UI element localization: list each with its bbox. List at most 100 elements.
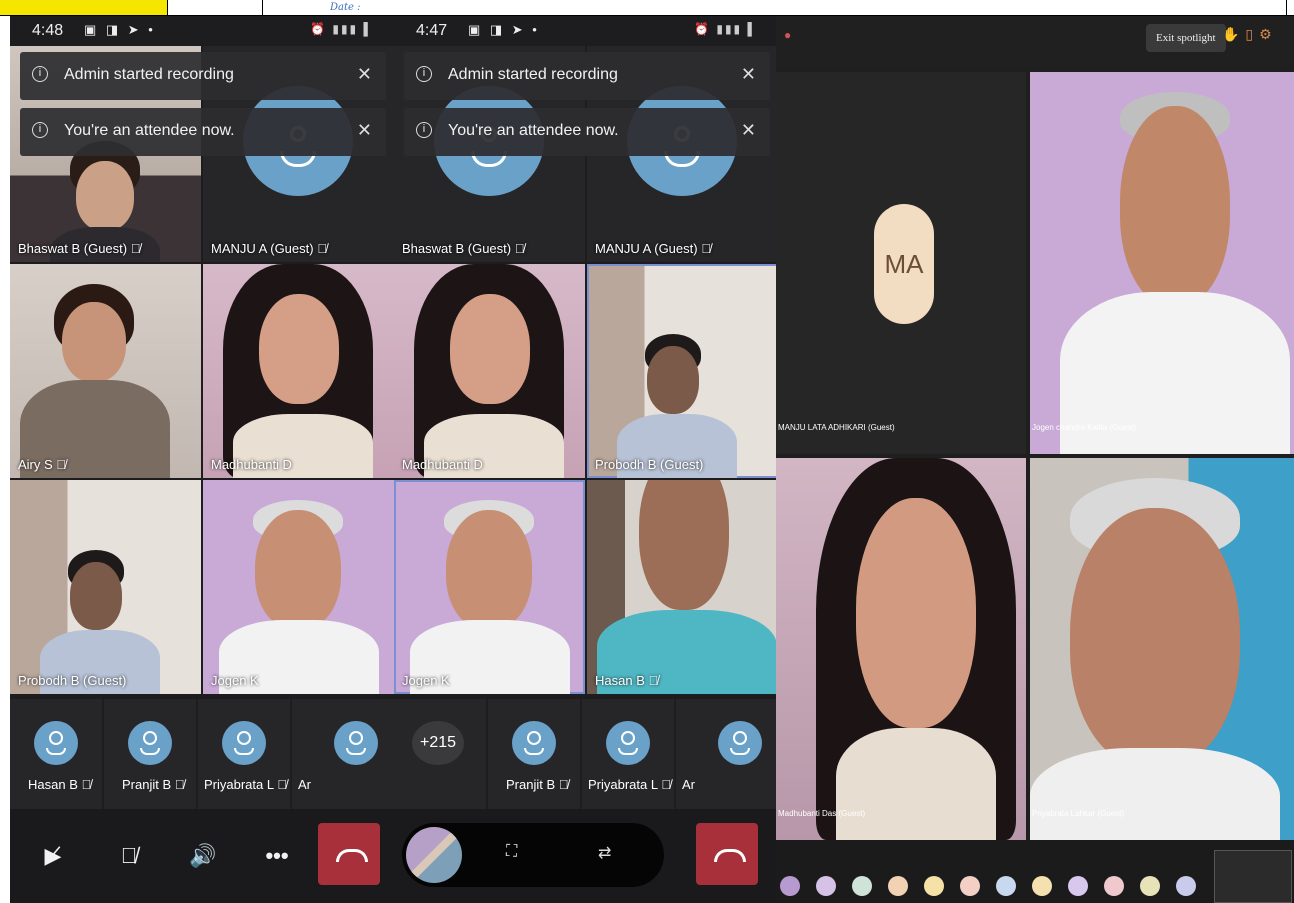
mic-muted-icon: 🎙̸ bbox=[701, 241, 711, 256]
participant-avatar[interactable] bbox=[888, 876, 908, 896]
status-time: 4:47 bbox=[416, 22, 448, 39]
spotlight-tile[interactable]: Jogen chandra Kalita (Guest) bbox=[1030, 72, 1294, 454]
meeting-toolbar: ● Exit spotlight ✋▯⚙ bbox=[776, 16, 1294, 66]
participant-item[interactable]: Ar bbox=[292, 699, 394, 809]
info-icon: i bbox=[416, 122, 432, 138]
participant-item[interactable]: Pranjit B 🎙̸ bbox=[488, 699, 580, 809]
spotlight-tile[interactable]: MA MANJU LATA ADHIKARI (Guest) bbox=[776, 72, 1026, 454]
video-tile[interactable]: Hasan B 🎙̸ bbox=[587, 480, 778, 694]
self-view-thumbnail[interactable] bbox=[406, 827, 462, 883]
mic-muted-icon: 🎙̸ bbox=[174, 777, 185, 792]
cell-divider bbox=[262, 0, 263, 16]
video-tile[interactable]: Jogen K bbox=[203, 480, 394, 694]
mic-muted-icon: 🎙̸ bbox=[558, 777, 569, 792]
participant-avatar[interactable] bbox=[1032, 876, 1052, 896]
participant-avatar[interactable] bbox=[924, 876, 944, 896]
user-avatar-icon bbox=[512, 721, 556, 765]
participant-avatar-bar bbox=[776, 840, 1294, 903]
status-bar: 4:47 ▣ ◨ ➤ • ⏰ ▮▮▮ ▌ bbox=[394, 16, 778, 46]
participant-item[interactable]: Priyabrata L 🎙̸ bbox=[198, 699, 290, 809]
self-view-thumbnail[interactable] bbox=[1214, 850, 1292, 903]
overflow-participants[interactable]: +215 bbox=[394, 699, 486, 809]
participant-item[interactable]: Priyabrata L 🎙̸ bbox=[582, 699, 674, 809]
participant-name: Jogen chandra Kalita (Guest) bbox=[1032, 423, 1137, 432]
participant-item[interactable]: Hasan B 🎙̸ bbox=[10, 699, 102, 809]
self-view-pill: ⛶ ⇄ bbox=[402, 823, 664, 887]
info-icon: i bbox=[416, 66, 432, 82]
call-controls: ▶̸ 🎙̸ 🔊 ••• bbox=[10, 809, 394, 903]
close-icon[interactable]: ✕ bbox=[357, 64, 372, 85]
participant-name: Jogen K bbox=[402, 673, 450, 688]
participant-avatar[interactable] bbox=[1104, 876, 1124, 896]
participant-name: Madhubanti D bbox=[211, 457, 292, 472]
video-tile[interactable]: Madhubanti D bbox=[203, 264, 394, 478]
overflow-count: +215 bbox=[412, 721, 464, 765]
recording-indicator-icon: ● bbox=[784, 28, 792, 42]
close-icon[interactable]: ✕ bbox=[741, 120, 756, 141]
participant-name: Bhaswat B (Guest) 🎙̸ bbox=[18, 241, 141, 256]
exit-spotlight-button[interactable]: Exit spotlight bbox=[1146, 24, 1226, 52]
video-tile[interactable]: Probodh B (Guest) bbox=[587, 264, 778, 478]
close-icon[interactable]: ✕ bbox=[357, 120, 372, 141]
mic-muted-icon[interactable]: 🎙̸ bbox=[106, 833, 152, 879]
signal-battery-icons: ⏰ ▮▮▮ ▌ bbox=[310, 22, 374, 36]
participant-avatar[interactable] bbox=[1068, 876, 1088, 896]
participant-item[interactable]: Ar bbox=[676, 699, 778, 809]
participant-avatar[interactable] bbox=[1140, 876, 1160, 896]
user-avatar-icon bbox=[606, 721, 650, 765]
participant-name: Priyabrata L 🎙̸ bbox=[588, 777, 671, 792]
user-avatar-icon bbox=[334, 721, 378, 765]
banner-text: Admin started recording bbox=[448, 66, 618, 83]
participant-avatar[interactable] bbox=[852, 876, 872, 896]
video-tile[interactable]: Jogen K bbox=[394, 480, 585, 694]
participant-name: Madhubanti D bbox=[402, 457, 483, 472]
close-icon[interactable]: ✕ bbox=[741, 64, 756, 85]
screen-share-icon[interactable]: ⛶ bbox=[506, 843, 517, 861]
participant-name: Probodh B (Guest) bbox=[18, 673, 127, 688]
participant-strip: +215 Pranjit B 🎙̸ Priyabrata L 🎙̸ Ar bbox=[394, 699, 778, 809]
notification-banner: i Admin started recording ✕ bbox=[20, 52, 386, 100]
participant-name: Hasan B 🎙̸ bbox=[28, 777, 92, 792]
spotlight-tile[interactable]: Priyabrata Lahkar (Guest) bbox=[1030, 458, 1294, 840]
video-tile[interactable]: Airy S 🎙̸ bbox=[10, 264, 201, 478]
video-tile[interactable]: Madhubanti D bbox=[394, 264, 585, 478]
participant-avatar[interactable] bbox=[1176, 876, 1196, 896]
mic-muted-icon: 🎙̸ bbox=[81, 777, 92, 792]
participant-avatar[interactable] bbox=[816, 876, 836, 896]
participant-name: MANJU A (Guest) 🎙̸ bbox=[595, 241, 711, 256]
participant-name: Probodh B (Guest) bbox=[595, 457, 704, 472]
signal-battery-icons: ⏰ ▮▮▮ ▌ bbox=[694, 22, 758, 36]
call-controls: ⛶ ⇄ bbox=[394, 809, 778, 903]
banner-text: You're an attendee now. bbox=[448, 122, 619, 139]
toolbar-icons: ✋▯⚙ bbox=[1222, 26, 1278, 42]
end-call-icon[interactable] bbox=[696, 823, 758, 885]
end-call-icon[interactable] bbox=[318, 823, 380, 885]
avatar-initials: MA bbox=[874, 204, 934, 324]
mic-muted-icon: 🎙̸ bbox=[661, 777, 671, 792]
participant-avatar[interactable] bbox=[996, 876, 1016, 896]
notification-banner: i You're an attendee now. ✕ bbox=[404, 108, 770, 156]
spotlight-tile[interactable]: Madhubanti Das (Guest) bbox=[776, 458, 1026, 840]
banner-text: Admin started recording bbox=[64, 66, 234, 83]
participant-name: MANJU A (Guest) 🎙̸ bbox=[211, 241, 327, 256]
user-avatar-icon bbox=[34, 721, 78, 765]
mic-muted-icon: 🎙̸ bbox=[56, 457, 67, 472]
status-bar: 4:48 ▣ ◨ ➤ • ⏰ ▮▮▮ ▌ bbox=[10, 16, 394, 46]
participant-avatar[interactable] bbox=[960, 876, 980, 896]
camera-off-icon[interactable]: ▶̸ bbox=[30, 833, 76, 879]
video-tile[interactable]: Probodh B (Guest) bbox=[10, 480, 201, 694]
participant-name: Madhubanti Das (Guest) bbox=[778, 809, 866, 818]
participant-name: Airy S 🎙̸ bbox=[18, 457, 67, 472]
participant-name: Pranjit B 🎙̸ bbox=[506, 777, 569, 792]
participant-item[interactable]: Pranjit B 🎙̸ bbox=[104, 699, 196, 809]
mic-muted-icon: 🎙̸ bbox=[648, 673, 659, 688]
document-header-strip: Date : bbox=[0, 0, 1294, 16]
speaker-icon[interactable]: 🔊 bbox=[180, 833, 226, 879]
more-icon[interactable]: ••• bbox=[254, 833, 300, 879]
participant-avatar[interactable] bbox=[780, 876, 800, 896]
participant-name: Bhaswat B (Guest) 🎙̸ bbox=[402, 241, 525, 256]
switch-camera-icon[interactable]: ⇄ bbox=[598, 843, 611, 863]
participant-name: Hasan B 🎙̸ bbox=[595, 673, 659, 688]
mic-muted-icon: 🎙̸ bbox=[277, 777, 287, 792]
info-icon: i bbox=[32, 66, 48, 82]
